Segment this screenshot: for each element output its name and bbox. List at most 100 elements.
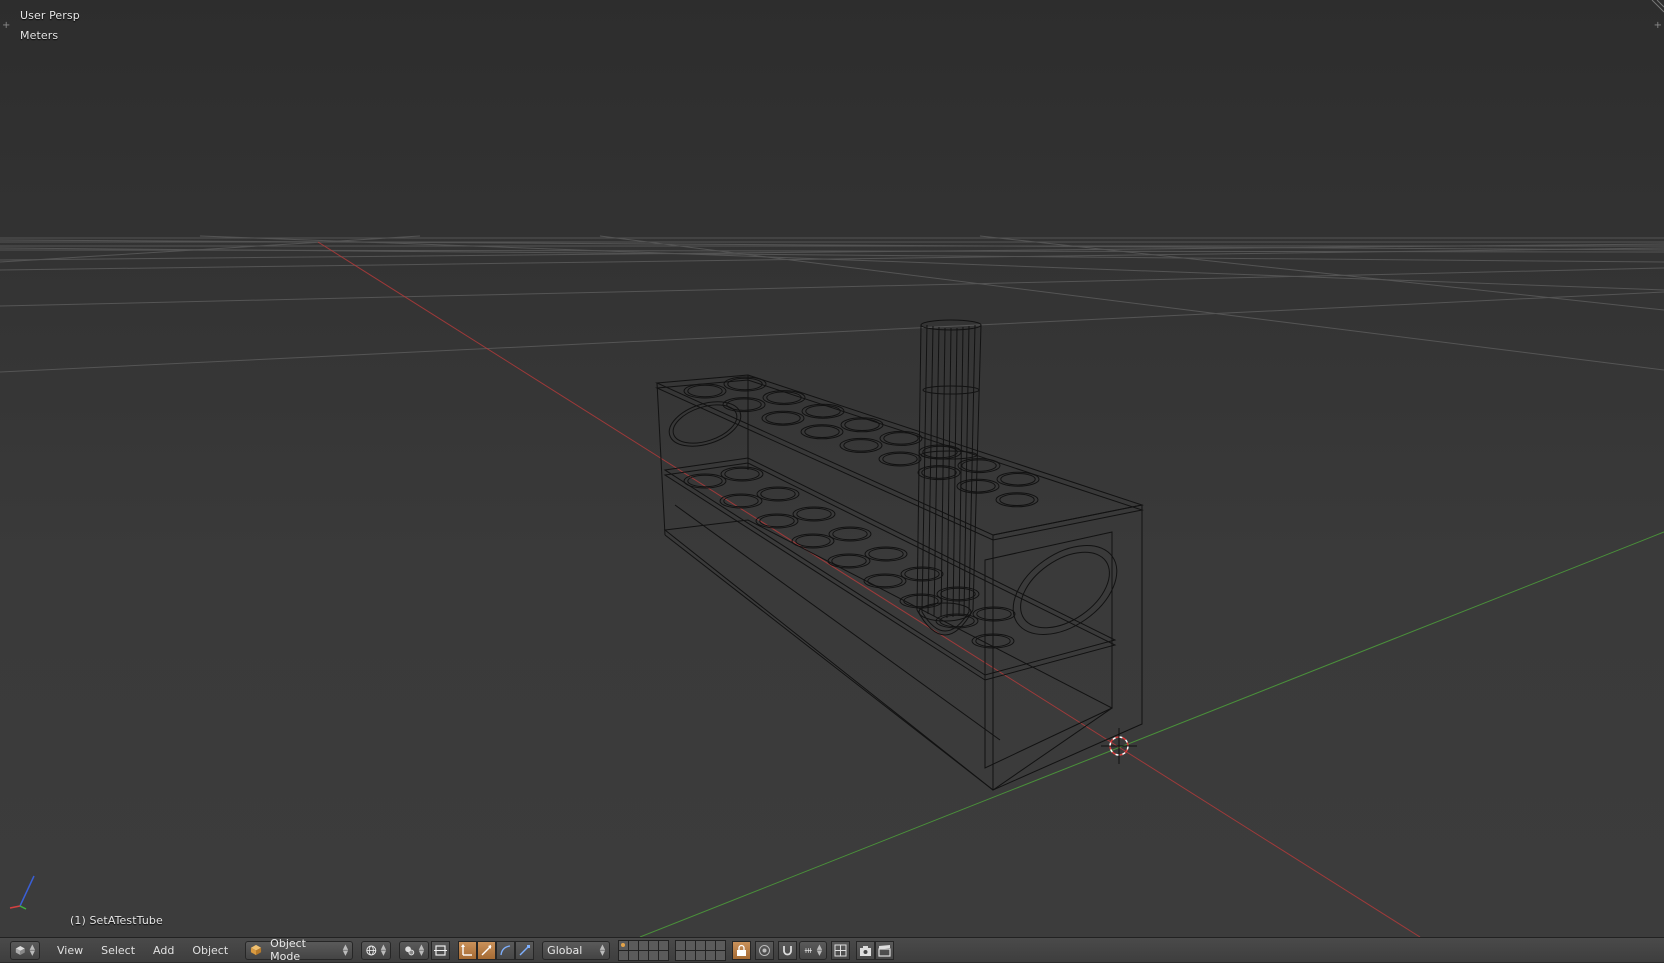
snap-target-button[interactable] xyxy=(831,940,851,960)
scale-arrow-button[interactable] xyxy=(515,940,535,960)
shelf-hole xyxy=(972,606,1016,622)
shelf-hole xyxy=(976,607,1012,621)
scale-icon xyxy=(500,944,511,955)
rack-hole xyxy=(839,437,883,453)
rack-hole xyxy=(878,451,922,467)
shelf-hole xyxy=(687,474,723,488)
area-corner-icon[interactable] xyxy=(1650,0,1664,14)
shelf-hole xyxy=(863,573,907,589)
clapper-icon xyxy=(878,944,891,957)
snap-target-icon xyxy=(834,944,847,956)
scale-manipulator-button[interactable] xyxy=(496,940,516,960)
rack-hole xyxy=(800,424,844,440)
shelf-hole xyxy=(759,514,795,528)
render-still-button[interactable] xyxy=(856,940,876,960)
rack-hole xyxy=(722,397,766,413)
lock-layers-button[interactable] xyxy=(732,940,752,960)
shelf-hole xyxy=(828,526,872,542)
3d-cursor[interactable] xyxy=(1101,728,1137,764)
floor-grid xyxy=(0,235,1664,373)
rack-hole xyxy=(956,478,1000,494)
units-label: Meters xyxy=(20,29,59,42)
rack-hole xyxy=(843,439,879,452)
shelf-hole xyxy=(900,566,944,582)
cube-icon xyxy=(251,944,262,956)
rack-hole xyxy=(995,492,1039,508)
shelf-hole xyxy=(936,586,980,602)
translate-manipulator-button[interactable] xyxy=(458,940,478,960)
magnet-icon xyxy=(783,945,793,955)
shelf-hole xyxy=(864,546,908,562)
orientation-label: Global xyxy=(547,943,583,957)
y-axis-line xyxy=(639,531,1664,937)
scale-icon xyxy=(519,944,531,955)
rack-hole xyxy=(804,425,840,439)
manipulator-toggle[interactable] xyxy=(431,940,451,960)
rack-hole xyxy=(761,410,805,426)
layer-buttons-2[interactable] xyxy=(675,939,727,961)
rack-hole xyxy=(801,403,845,419)
area-split-right-icon[interactable]: + xyxy=(1654,20,1662,31)
rack-wireframe xyxy=(655,374,1144,791)
shelf-hole xyxy=(760,487,796,501)
editor-type-selector[interactable]: ▲ ▼ xyxy=(10,940,40,960)
sphere-icon xyxy=(366,945,377,955)
shelf-hole xyxy=(832,527,868,541)
updown-icon: ▲ ▼ xyxy=(418,943,425,957)
snap-increment-icon xyxy=(804,947,813,953)
shelf-hole xyxy=(867,574,903,588)
snap-toggle-button[interactable] xyxy=(778,940,798,960)
scene-canvas[interactable] xyxy=(0,0,1664,937)
manipulator-icon xyxy=(434,944,448,956)
shelf-hole xyxy=(791,533,835,549)
view-name: User Persp xyxy=(20,9,80,22)
menu-select[interactable]: Select xyxy=(92,944,144,957)
menu-view[interactable]: View xyxy=(48,944,92,957)
updown-icon: ▲ ▼ xyxy=(342,943,349,957)
active-object-label: (1) SetATestTube xyxy=(70,914,163,927)
pivot-selector[interactable]: ▲ ▼ xyxy=(399,940,430,960)
rack-hole xyxy=(805,404,841,418)
updown-icon: ▲ ▼ xyxy=(29,943,35,957)
render-animation-button[interactable] xyxy=(875,940,895,960)
rack-hole xyxy=(882,452,918,466)
viewport-shading-selector[interactable]: ▲ ▼ xyxy=(361,940,392,960)
rack-hole xyxy=(999,493,1035,507)
3d-viewport[interactable]: User Persp Meters (1) SetATestTube + + xyxy=(0,0,1664,937)
menu-object[interactable]: Object xyxy=(183,944,237,957)
shelf-hole xyxy=(903,594,939,608)
menu-add[interactable]: Add xyxy=(144,944,183,957)
snap-element-selector[interactable]: ▲ ▼ xyxy=(799,940,828,960)
cube-icon xyxy=(15,945,25,955)
rack-hole xyxy=(1000,472,1036,486)
shelf-hole xyxy=(719,493,763,509)
3d-view-header: ▲ ▼ View Select Add Object Object Mode ▲ ▼… xyxy=(0,937,1664,963)
shelf-hole xyxy=(868,547,904,561)
rack-hole xyxy=(996,471,1040,487)
proportional-icon xyxy=(759,944,771,956)
layer-buttons[interactable] xyxy=(618,939,670,961)
shelf-hole xyxy=(827,553,871,569)
rack-hole xyxy=(879,430,923,446)
rack-hole xyxy=(844,418,880,432)
x-axis-line xyxy=(317,241,1421,937)
rotate-manipulator-button[interactable] xyxy=(477,940,497,960)
area-split-left-icon[interactable]: + xyxy=(2,20,10,31)
rack-hole xyxy=(683,383,727,399)
camera-icon xyxy=(860,945,872,956)
shelf-hole xyxy=(724,467,760,481)
shelf-hole xyxy=(796,507,832,521)
shelf-hole xyxy=(756,486,800,502)
orientation-selector[interactable]: Global ▲ ▼ xyxy=(542,940,611,960)
rack-hole xyxy=(766,391,802,404)
mode-selector[interactable]: Object Mode ▲ ▼ xyxy=(245,937,354,963)
rack-hole xyxy=(762,390,806,406)
shelf-hole xyxy=(940,587,976,601)
updown-icon: ▲ ▼ xyxy=(816,943,823,957)
shelf-hole xyxy=(792,506,836,522)
shelf-hole xyxy=(899,593,943,609)
shelf-hole xyxy=(831,554,867,568)
proportional-edit-button[interactable] xyxy=(755,940,775,960)
mode-label: Object Mode xyxy=(270,937,306,963)
rack-hole xyxy=(957,458,1001,474)
